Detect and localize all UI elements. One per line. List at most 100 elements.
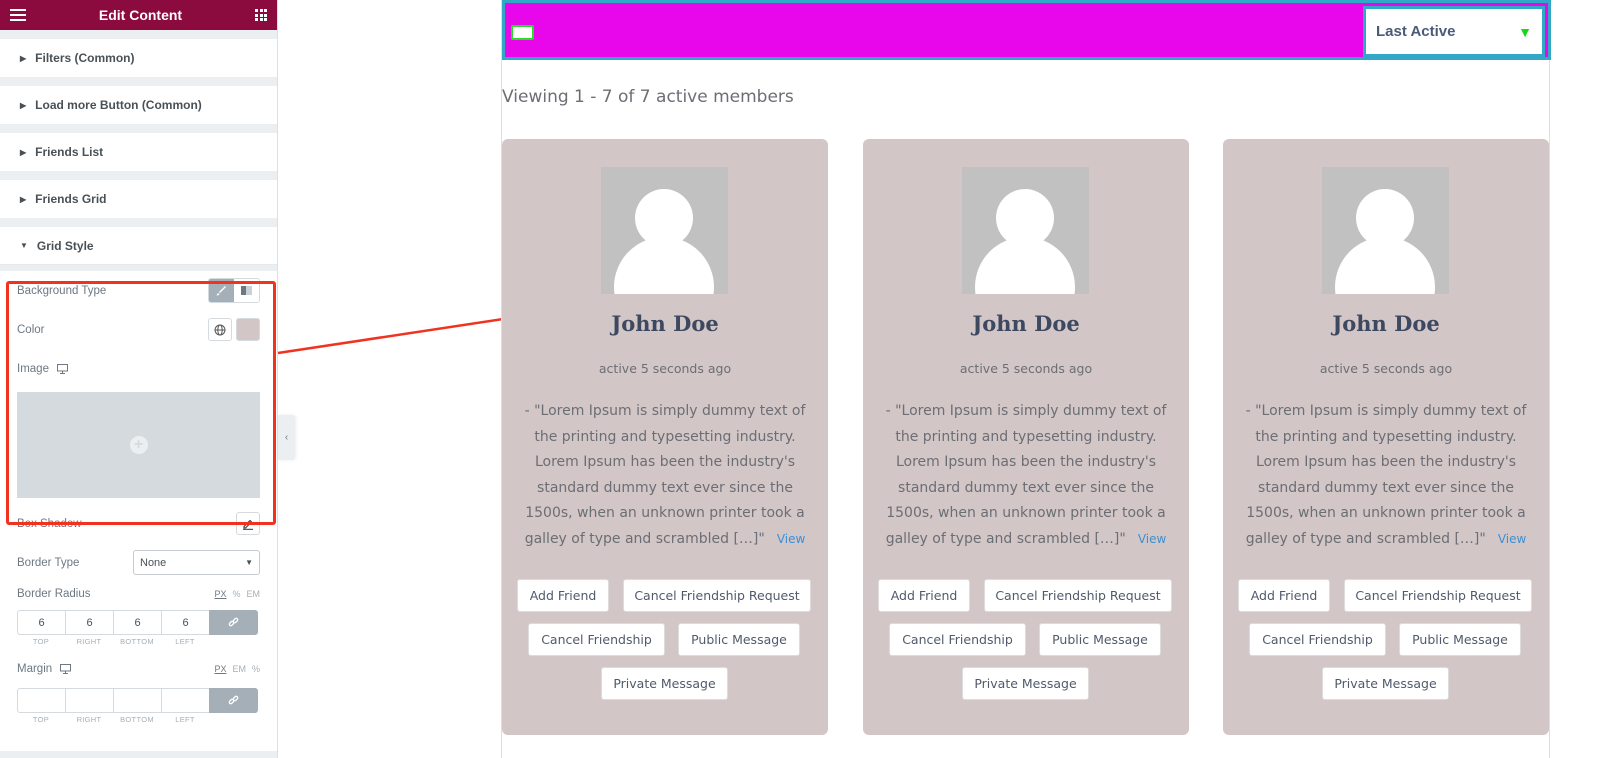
caret-down-icon: ▼ (20, 241, 28, 250)
background-type-label: Background Type (17, 284, 107, 297)
background-type-row: Background Type (17, 271, 260, 310)
unit-percent[interactable]: % (232, 589, 240, 599)
add-friend-button[interactable]: Add Friend (878, 579, 970, 612)
cancel-friendship-request-button[interactable]: Cancel Friendship Request (1344, 579, 1532, 612)
brush-icon[interactable] (209, 279, 234, 302)
avatar[interactable] (601, 167, 728, 294)
section-friends-grid[interactable]: ▶ Friends Grid (0, 180, 277, 218)
member-bio-text: - "Lorem Ipsum is simply dummy text of t… (885, 403, 1167, 547)
border-type-value: None (140, 556, 167, 569)
members-count-text: Viewing 1 - 7 of 7 active members (502, 87, 794, 107)
globe-icon[interactable] (208, 318, 232, 341)
private-message-button[interactable]: Private Message (962, 667, 1089, 700)
member-name[interactable]: John Doe (863, 311, 1189, 336)
margin-label: Margin (17, 663, 53, 675)
border-radius-inputs: 6 6 6 6 (17, 610, 260, 635)
unit-em[interactable]: EM (247, 589, 261, 599)
member-last-active: active 5 seconds ago (1319, 361, 1453, 376)
cancel-friendship-button[interactable]: Cancel Friendship (1249, 623, 1386, 656)
member-bio: - "Lorem Ipsum is simply dummy text of t… (1233, 399, 1539, 552)
member-last-active: active 5 seconds ago (598, 361, 732, 376)
margin-left-input[interactable] (161, 688, 209, 713)
avatar[interactable] (962, 167, 1089, 294)
public-message-button[interactable]: Public Message (1039, 623, 1161, 656)
grid-view-icon[interactable] (511, 25, 534, 40)
private-message-button[interactable]: Private Message (1322, 667, 1449, 700)
dim-label-bottom: BOTTOM (120, 637, 154, 646)
radius-left-input[interactable]: 6 (161, 610, 209, 635)
section-grid-style[interactable]: ▼ Grid Style (0, 227, 277, 265)
section-label: Load more Button (Common) (35, 98, 202, 112)
dim-label-right: RIGHT (76, 715, 102, 724)
members-content: Last Active ▼ Viewing 1 - 7 of 7 active … (501, 0, 1551, 758)
radius-top-input[interactable]: 6 (17, 610, 65, 635)
sidebar-header: Edit Content (0, 0, 277, 30)
unit-em[interactable]: EM (232, 664, 246, 674)
view-link[interactable]: View (1138, 532, 1166, 546)
unit-px[interactable]: PX (214, 589, 226, 599)
public-message-button[interactable]: Public Message (678, 623, 800, 656)
sidebar-title: Edit Content (98, 7, 183, 23)
link-icon[interactable] (209, 688, 258, 713)
dim-label-top: TOP (32, 715, 50, 724)
view-link[interactable]: View (1498, 532, 1526, 546)
border-type-label: Border Type (17, 556, 80, 569)
member-name[interactable]: John Doe (502, 311, 828, 336)
section-friends-list[interactable]: ▶ Friends List (0, 133, 277, 171)
member-card: John Doe active 5 seconds ago - "Lorem I… (863, 139, 1189, 735)
radius-bottom-input[interactable]: 6 (113, 610, 161, 635)
color-swatch[interactable] (236, 318, 260, 341)
private-message-button[interactable]: Private Message (601, 667, 728, 700)
add-friend-button[interactable]: Add Friend (1238, 579, 1330, 612)
menu-icon[interactable] (10, 9, 26, 21)
color-row: Color (17, 310, 260, 349)
section-filters[interactable]: ▶ Filters (Common) (0, 39, 277, 77)
member-last-active: active 5 seconds ago (959, 361, 1093, 376)
collapse-panel-icon[interactable]: ‹ (278, 415, 295, 460)
image-upload-area[interactable]: + (17, 392, 260, 498)
border-type-row: Border Type None ▼ (17, 543, 260, 582)
member-name[interactable]: John Doe (1223, 311, 1549, 336)
member-bio: - "Lorem Ipsum is simply dummy text of t… (512, 399, 818, 552)
gradient-icon[interactable] (234, 279, 259, 302)
pencil-icon[interactable] (236, 512, 260, 535)
add-friend-button[interactable]: Add Friend (517, 579, 609, 612)
background-type-toggle (208, 278, 260, 303)
dim-label-bottom: BOTTOM (120, 715, 154, 724)
margin-right-input[interactable] (65, 688, 113, 713)
widgets-grid-icon[interactable] (255, 9, 267, 21)
desktop-icon[interactable] (60, 664, 72, 674)
view-link[interactable]: View (777, 532, 805, 546)
image-label: Image (17, 362, 49, 375)
unit-percent[interactable]: % (252, 664, 260, 674)
border-type-select[interactable]: None ▼ (133, 550, 260, 575)
member-card: John Doe active 5 seconds ago - "Lorem I… (502, 139, 828, 735)
margin-inputs (17, 688, 260, 713)
caret-right-icon: ▶ (20, 53, 27, 63)
cancel-friendship-request-button[interactable]: Cancel Friendship Request (984, 579, 1172, 612)
margin-top-input[interactable] (17, 688, 65, 713)
public-message-button[interactable]: Public Message (1399, 623, 1521, 656)
cancel-friendship-button[interactable]: Cancel Friendship (889, 623, 1026, 656)
member-bio-text: - "Lorem Ipsum is simply dummy text of t… (524, 403, 806, 547)
member-bio: - "Lorem Ipsum is simply dummy text of t… (873, 399, 1179, 552)
dim-label-top: TOP (32, 637, 50, 646)
box-shadow-label: Box Shadow (17, 517, 82, 530)
margin-bottom-input[interactable] (113, 688, 161, 713)
unit-px[interactable]: PX (214, 664, 226, 674)
members-filter-bar: Last Active ▼ (502, 0, 1551, 60)
desktop-icon[interactable] (56, 363, 68, 374)
link-icon[interactable] (209, 610, 258, 635)
editor-sidebar: Edit Content ▶ Filters (Common) ▶ Load m… (0, 0, 278, 758)
cancel-friendship-button[interactable]: Cancel Friendship (528, 623, 665, 656)
margin-dim-labels: TOP RIGHT BOTTOM LEFT (17, 715, 260, 724)
margin-row: Margin PX EM % (17, 654, 260, 684)
cancel-friendship-request-button[interactable]: Cancel Friendship Request (623, 579, 811, 612)
border-radius-row: Border Radius PX % EM (17, 582, 260, 606)
radius-right-input[interactable]: 6 (65, 610, 113, 635)
box-shadow-row: Box Shadow (17, 504, 260, 543)
section-load-more-button[interactable]: ▶ Load more Button (Common) (0, 86, 277, 124)
avatar[interactable] (1322, 167, 1449, 294)
section-label: Grid Style (36, 238, 94, 253)
order-by-select[interactable]: Last Active ▼ (1363, 6, 1545, 57)
